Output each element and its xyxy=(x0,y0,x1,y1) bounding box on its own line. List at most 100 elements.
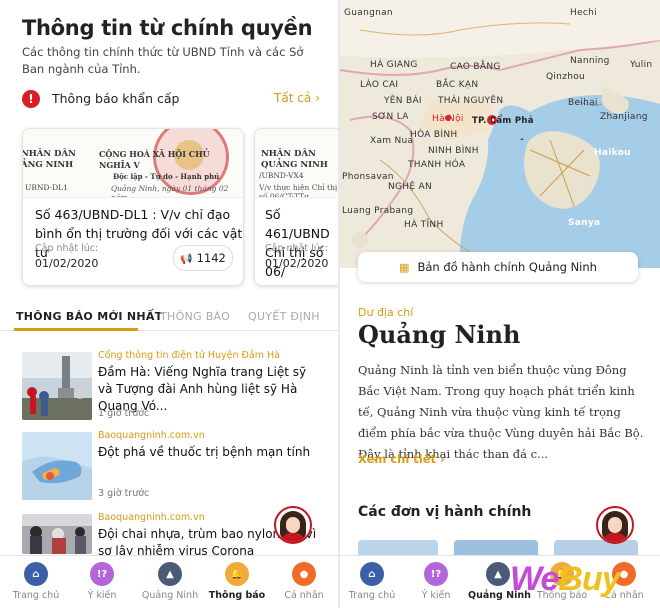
news-source: Baoquangninh.com.vn xyxy=(98,512,205,523)
doc-line: NHÂN DÂN xyxy=(261,149,316,159)
see-all-label: Tất cả xyxy=(274,91,312,105)
tab-decisions[interactable]: QUYẾT ĐỊNH xyxy=(248,310,320,323)
views-count: 1142 xyxy=(196,251,226,265)
nav-notifications[interactable]: 🔔 Thông báo xyxy=(207,562,267,601)
map-label: THANH HÓA xyxy=(408,160,466,170)
news-item[interactable]: Baoquangninh.com.vn Đột phá về thuốc trị… xyxy=(22,430,318,500)
urgent-notice-header: ! Thông báo khẩn cấp Tất cả › xyxy=(22,90,322,110)
see-all-link[interactable]: Tất cả › xyxy=(274,91,320,105)
page-description: Các thông tin chính thức từ UBND Tỉnh và… xyxy=(22,45,304,76)
doc-line: NHÂN DÂN xyxy=(23,149,76,159)
doc-line: Độc lập - Tự do - Hạnh phú xyxy=(113,172,220,181)
tab-latest[interactable]: THÔNG BÁO MỚI NHẤT xyxy=(16,310,163,323)
watermark-we: We xyxy=(510,560,559,598)
updated-label: Cập nhật lúc: xyxy=(35,243,99,254)
chevron-right-icon: › xyxy=(315,91,320,105)
nav-label: Thông báo xyxy=(208,590,266,601)
admin-units-heading: Các đơn vị hành chính xyxy=(358,504,532,520)
see-details-label: Xem chi tiết xyxy=(358,452,437,466)
news-title: Đột phá về thuốc trị bệnh mạn tính xyxy=(98,445,311,459)
nav-feedback[interactable]: !? Ý kiến xyxy=(72,562,132,601)
nav-feedback[interactable]: !? Ý kiến xyxy=(406,562,466,601)
section-kicker: Dư địa chí xyxy=(358,306,414,319)
landscape-icon: ▲ xyxy=(486,562,510,586)
watermark-buy: Buy xyxy=(558,560,620,598)
map-label: NINH BÌNH xyxy=(428,146,479,156)
see-details-link[interactable]: Xem chi tiết › xyxy=(358,452,445,466)
document-header-right: CỘNG HOÀ XÃ HỘI CHỦ NGHĨA V Độc lập - Tự… xyxy=(99,149,243,182)
nav-quang-ninh[interactable]: ▲ Quảng Ninh xyxy=(140,562,200,601)
news-thumbnail xyxy=(22,432,92,500)
assistant-avatar[interactable] xyxy=(274,506,312,544)
document-code: /UBND-VX4 xyxy=(259,171,304,180)
nav-profile[interactable]: ● Cá nhân xyxy=(274,562,334,601)
document-thumbnail: NHÂN DÂN QUẢNG NINH /UBND-VX4 V/v thực h… xyxy=(255,129,338,198)
province-title: Quảng Ninh xyxy=(358,320,521,349)
nav-label: Trang chủ xyxy=(12,590,60,601)
admin-unit-card[interactable] xyxy=(454,540,538,556)
bell-icon: 🔔 xyxy=(225,562,249,586)
megaphone-icon: 📢 xyxy=(180,254,193,265)
map-label: Haikou xyxy=(594,148,631,158)
admin-unit-card[interactable] xyxy=(554,540,638,556)
updated-label: Cập nhật lúc: xyxy=(265,243,329,254)
bottom-navigation: ⌂ Trang chủ !? Ý kiến ▲ Quảng Ninh 🔔 Thô… xyxy=(0,555,338,608)
news-source: Baoquangninh.com.vn xyxy=(98,430,205,441)
home-icon: ⌂ xyxy=(24,562,48,586)
nav-home[interactable]: ⌂ Trang chủ xyxy=(342,562,402,601)
assistant-avatar[interactable] xyxy=(596,506,634,544)
map-label: Qinzhou xyxy=(546,72,586,82)
map-label: Zhanjiang xyxy=(600,112,648,122)
map-label: Beihai xyxy=(568,98,598,108)
document-date: Quảng Ninh, ngày 01 tháng 02 năm xyxy=(111,184,229,198)
nav-label: Ý kiến xyxy=(87,590,117,601)
map-label: SƠN LA xyxy=(372,112,409,122)
notice-card[interactable]: NHÂN DÂN ẢNG NINH CỘNG HOÀ XÃ HỘI CHỦ NG… xyxy=(22,128,244,286)
map-label: TP. Cẩm Phả xyxy=(472,116,534,126)
map-graphic xyxy=(340,0,660,268)
admin-unit-card[interactable] xyxy=(358,540,438,556)
document-code: UBND-DL1 xyxy=(25,183,68,192)
map-label: LÀO CAI xyxy=(360,80,399,90)
doc-line: QUẢNG NINH xyxy=(261,160,328,170)
province-info-screen: Guangnan Hechi Nanning Yulin Beihai Zhan… xyxy=(340,0,660,608)
map-label: Xam Nua xyxy=(370,136,414,146)
nav-label: Ý kiến xyxy=(421,590,451,601)
tab-notices[interactable]: THÔNG BÁO xyxy=(160,310,230,323)
document-header-left: NHÂN DÂN ẢNG NINH xyxy=(23,149,76,171)
doc-line: CỘNG HOÀ XÃ HỘI CHỦ NGHĨA V xyxy=(99,149,210,170)
map-label: CAO BẰNG xyxy=(450,62,501,72)
map-label: THÁI NGUYÊN xyxy=(438,96,504,106)
news-thumbnail xyxy=(22,352,92,420)
map-label: BẮC KẠN xyxy=(436,80,479,90)
nav-label: Cá nhân xyxy=(284,590,324,601)
map-label: Nanning xyxy=(570,56,610,66)
government-info-screen: Thông tin từ chính quyền Các thông tin c… xyxy=(0,0,338,608)
map-label: HÒA BÌNH xyxy=(410,130,458,140)
views-badge: 📢 1142 xyxy=(173,245,233,271)
news-source: Cổng thông tin điện tử Huyện Đầm Hà xyxy=(98,350,280,361)
map-label: Yulin xyxy=(630,60,653,70)
notice-card[interactable]: NHÂN DÂN QUẢNG NINH /UBND-VX4 V/v thực h… xyxy=(254,128,338,286)
map-label: Luang Prabang xyxy=(342,206,414,216)
notice-date: 01/02/2020 xyxy=(265,257,329,270)
home-icon: ⌂ xyxy=(360,562,384,586)
news-time: 1 giờ trước xyxy=(98,408,150,419)
webuy-watermark: WeBuy xyxy=(510,560,621,599)
landscape-icon: ▲ xyxy=(158,562,182,586)
feedback-icon: !? xyxy=(424,562,448,586)
page-title: Thông tin từ chính quyền xyxy=(22,16,313,40)
news-time: 3 giờ trước xyxy=(98,488,150,499)
map-label: Hà Nội xyxy=(432,114,464,124)
admin-map-button[interactable]: ▦ Bản đồ hành chính Quảng Ninh xyxy=(358,252,638,282)
notice-tabs: THÔNG BÁO MỚI NHẤT THÔNG BÁO QUYẾT ĐỊNH xyxy=(0,306,338,331)
notice-date: 01/02/2020 xyxy=(35,257,99,270)
province-map[interactable]: Guangnan Hechi Nanning Yulin Beihai Zhan… xyxy=(340,0,660,268)
admin-map-label: Bản đồ hành chính Quảng Ninh xyxy=(417,260,597,274)
news-item[interactable]: Cổng thông tin điện tử Huyện Đầm Hà Đầm … xyxy=(22,350,318,420)
nav-home[interactable]: ⌂ Trang chủ xyxy=(6,562,66,601)
map-label: Phonsavan xyxy=(342,172,394,182)
document-thumbnail: NHÂN DÂN ẢNG NINH CỘNG HOÀ XÃ HỘI CHỦ NG… xyxy=(23,129,243,198)
nav-label: Trang chủ xyxy=(348,590,396,601)
map-label: Hechi xyxy=(570,8,597,18)
